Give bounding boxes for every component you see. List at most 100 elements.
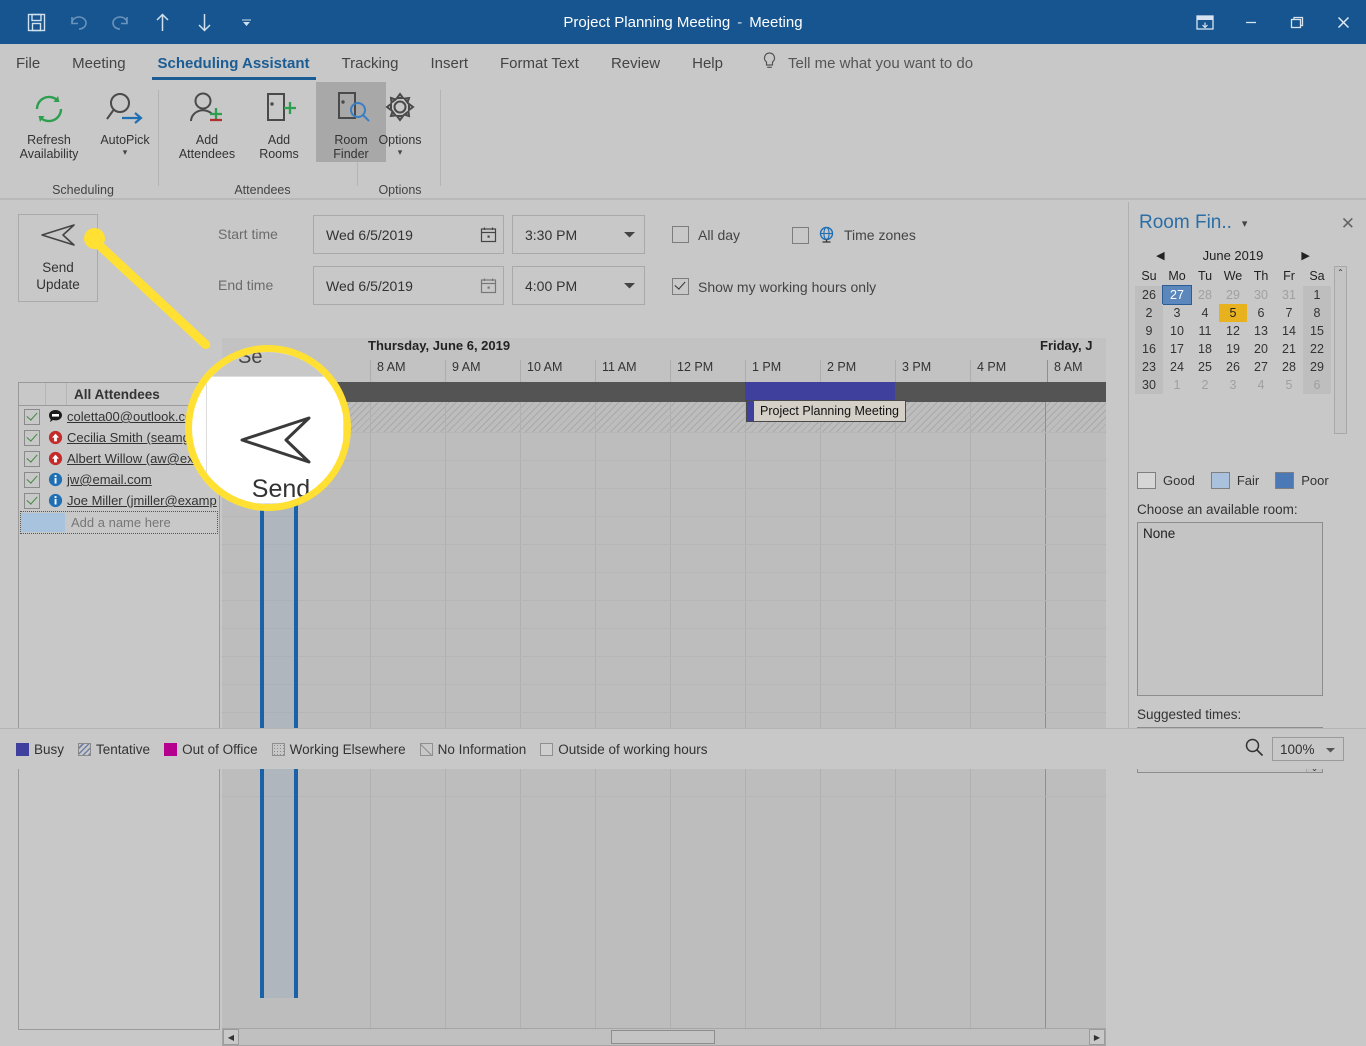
calendar-day[interactable]: 21	[1275, 340, 1303, 358]
availability-grid[interactable]: Thursday, June 6, 2019 Friday, J 8 AM 9 …	[222, 338, 1106, 1028]
end-date-input[interactable]: Wed 6/5/2019	[313, 266, 504, 305]
calendar-icon[interactable]	[473, 277, 503, 294]
calendar-day[interactable]: 1	[1163, 376, 1191, 394]
next-item-icon[interactable]	[184, 2, 224, 42]
tab-tracking[interactable]: Tracking	[326, 44, 415, 82]
calendar-day[interactable]: 15	[1303, 322, 1331, 340]
table-row[interactable]: Joe Miller (jmiller@examp	[19, 490, 219, 511]
add-rooms-button[interactable]: Add Rooms	[244, 82, 314, 162]
calendar-day[interactable]: 14	[1275, 322, 1303, 340]
options-button[interactable]: Options ▾	[360, 82, 440, 157]
room-list[interactable]: None	[1137, 522, 1323, 696]
calendar-day[interactable]: 10	[1163, 322, 1191, 340]
attendee-checkbox[interactable]	[19, 471, 45, 488]
tell-me-search[interactable]: Tell me what you want to do	[739, 51, 973, 75]
show-working-hours-checkbox[interactable]: Show my working hours only	[672, 278, 876, 295]
tab-scheduling-assistant[interactable]: Scheduling Assistant	[142, 44, 326, 82]
table-row[interactable]: jw@email.com	[19, 469, 219, 490]
grid-body[interactable]	[222, 402, 1106, 1028]
chevron-down-icon[interactable]	[614, 230, 644, 239]
calendar-scrollbar[interactable]: ⌃	[1334, 266, 1347, 434]
close-icon[interactable]: ✕	[1341, 214, 1355, 234]
time-zones-checkbox[interactable]: Time zones	[792, 226, 916, 244]
previous-item-icon[interactable]	[142, 2, 182, 42]
calendar-day[interactable]: 4	[1191, 304, 1219, 322]
mini-calendar[interactable]: ◀ June 2019 ▶ Su Mo Tu We Th Fr Sa 26 27…	[1135, 244, 1331, 394]
attendee-checkbox[interactable]	[19, 450, 45, 467]
tab-format-text[interactable]: Format Text	[484, 44, 595, 82]
calendar-icon[interactable]	[473, 226, 503, 243]
meeting-block[interactable]	[745, 382, 895, 402]
calendar-day[interactable]: 2	[1191, 376, 1219, 394]
calendar-day[interactable]: 6	[1247, 304, 1275, 322]
send-update-button[interactable]: Send Update	[18, 214, 98, 302]
calendar-day[interactable]: 5	[1275, 376, 1303, 394]
calendar-day-today[interactable]: 5	[1219, 304, 1247, 322]
chevron-down-icon[interactable]: ▾	[398, 148, 403, 157]
calendar-day[interactable]: 12	[1219, 322, 1247, 340]
calendar-day[interactable]: 17	[1163, 340, 1191, 358]
calendar-day[interactable]: 25	[1191, 358, 1219, 376]
calendar-day[interactable]: 22	[1303, 340, 1331, 358]
calendar-day[interactable]: 3	[1219, 376, 1247, 394]
tab-review[interactable]: Review	[595, 44, 676, 82]
chevron-down-icon[interactable]: ▾	[123, 148, 128, 157]
minimize-icon[interactable]	[1228, 0, 1274, 44]
calendar-day[interactable]: 26	[1219, 358, 1247, 376]
magnifier-icon[interactable]	[1244, 737, 1264, 762]
calendar-day[interactable]: 16	[1135, 340, 1163, 358]
scroll-right-button[interactable]: ▶	[1089, 1029, 1105, 1045]
calendar-day[interactable]: 27	[1162, 285, 1192, 305]
zoom-level-dropdown[interactable]: 100%	[1272, 737, 1344, 761]
calendar-day[interactable]: 20	[1247, 340, 1275, 358]
chevron-down-icon[interactable]: ▾	[1242, 217, 1248, 230]
autopick-button[interactable]: AutoPick ▾	[90, 82, 160, 157]
calendar-day[interactable]: 6	[1303, 376, 1331, 394]
add-attendees-button[interactable]: Add Attendees	[172, 82, 242, 162]
all-day-checkbox[interactable]: All day	[672, 226, 740, 243]
calendar-day[interactable]: 8	[1303, 304, 1331, 322]
tab-meeting[interactable]: Meeting	[56, 44, 141, 82]
add-attendee-input[interactable]: Add a name here	[20, 511, 218, 534]
save-icon[interactable]	[16, 2, 56, 42]
calendar-day[interactable]: 18	[1191, 340, 1219, 358]
calendar-day[interactable]: 4	[1247, 376, 1275, 394]
calendar-day[interactable]: 1	[1303, 286, 1331, 304]
calendar-day[interactable]: 28	[1275, 358, 1303, 376]
close-icon[interactable]	[1320, 0, 1366, 44]
grid-horizontal-scrollbar[interactable]: ◀ ▶	[222, 1028, 1106, 1046]
calendar-day[interactable]: 29	[1303, 358, 1331, 376]
ribbon-display-options-icon[interactable]	[1182, 0, 1228, 44]
calendar-day[interactable]: 24	[1163, 358, 1191, 376]
undo-icon[interactable]	[58, 2, 98, 42]
tab-file[interactable]: File	[0, 44, 56, 82]
calendar-day[interactable]: 2	[1135, 304, 1163, 322]
calendar-day[interactable]: 19	[1219, 340, 1247, 358]
tab-insert[interactable]: Insert	[415, 44, 485, 82]
calendar-day[interactable]: 3	[1163, 304, 1191, 322]
customize-qat-icon[interactable]	[226, 2, 266, 42]
calendar-day[interactable]: 9	[1135, 322, 1163, 340]
scroll-thumb[interactable]	[611, 1030, 715, 1044]
start-date-input[interactable]: Wed 6/5/2019	[313, 215, 504, 254]
end-time-input[interactable]: 4:00 PM	[512, 266, 645, 305]
calendar-day[interactable]: 31	[1275, 286, 1303, 304]
calendar-day[interactable]: 30	[1135, 376, 1163, 394]
refresh-availability-button[interactable]: Refresh Availability	[14, 82, 84, 162]
redo-icon[interactable]	[100, 2, 140, 42]
calendar-day[interactable]: 27	[1247, 358, 1275, 376]
calendar-day[interactable]: 28	[1191, 286, 1219, 304]
next-month-icon[interactable]: ▶	[1301, 249, 1309, 262]
calendar-day[interactable]: 7	[1275, 304, 1303, 322]
scroll-left-button[interactable]: ◀	[223, 1029, 239, 1045]
attendee-checkbox[interactable]	[19, 492, 45, 509]
calendar-day[interactable]: 30	[1247, 286, 1275, 304]
attendee-checkbox[interactable]	[19, 429, 45, 446]
prev-month-icon[interactable]: ◀	[1156, 249, 1164, 262]
chevron-down-icon[interactable]	[614, 281, 644, 290]
calendar-day[interactable]: 23	[1135, 358, 1163, 376]
restore-icon[interactable]	[1274, 0, 1320, 44]
calendar-day[interactable]: 13	[1247, 322, 1275, 340]
calendar-day[interactable]: 29	[1219, 286, 1247, 304]
tab-help[interactable]: Help	[676, 44, 739, 82]
